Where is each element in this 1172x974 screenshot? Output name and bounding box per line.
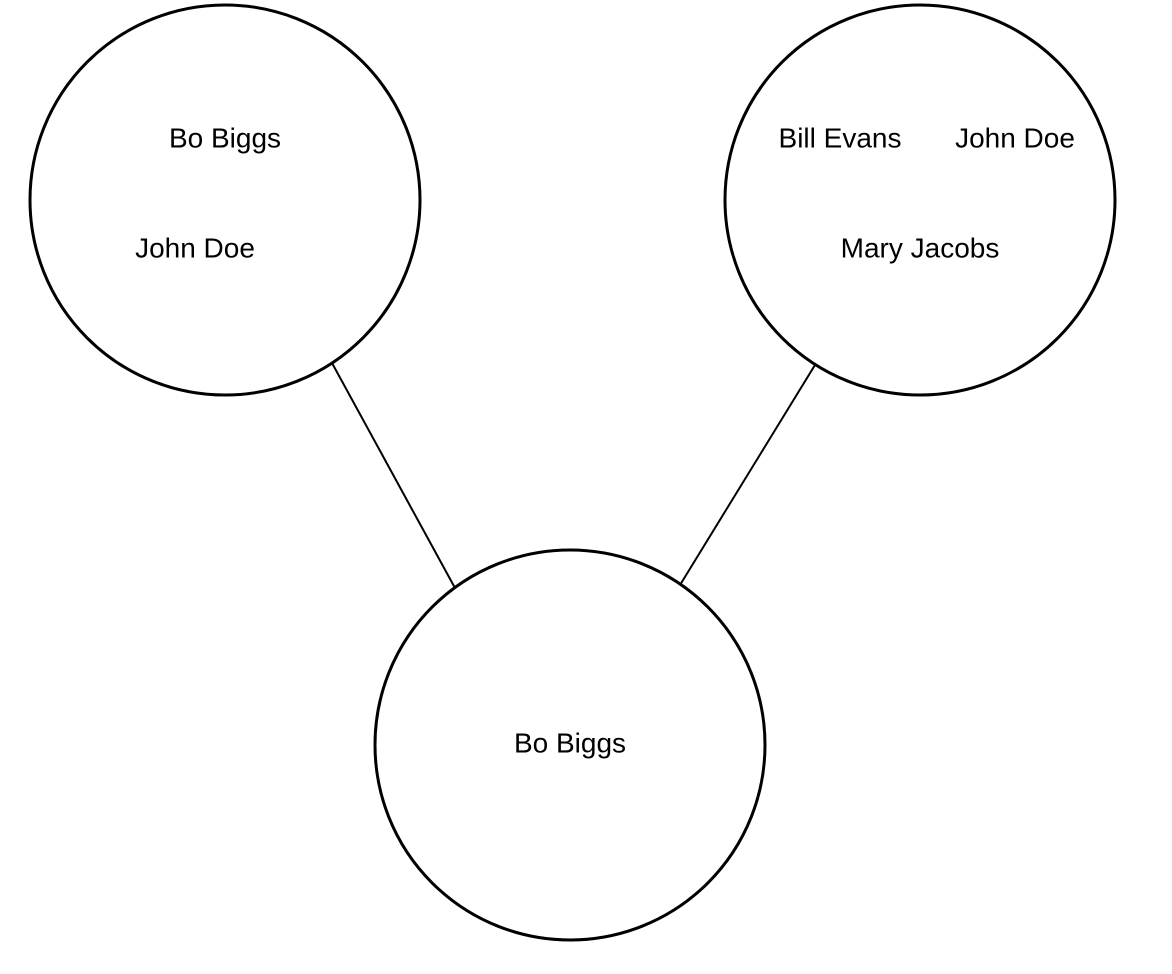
node-top-left-label-1: Bo Biggs (169, 122, 281, 153)
node-bottom-center-label-1: Bo Biggs (514, 727, 626, 758)
node-top-right (725, 5, 1115, 395)
node-top-left (30, 5, 420, 395)
edge-left-to-bottom (332, 363, 455, 588)
node-top-right-label-1: Bill Evans (779, 122, 902, 153)
edge-right-to-bottom (680, 365, 815, 585)
node-top-right-label-3: Mary Jacobs (841, 232, 1000, 263)
node-top-right-label-2: John Doe (955, 122, 1075, 153)
diagram-canvas: Bo Biggs John Doe Bill Evans John Doe Ma… (0, 0, 1172, 974)
node-top-left-label-2: John Doe (135, 232, 255, 263)
